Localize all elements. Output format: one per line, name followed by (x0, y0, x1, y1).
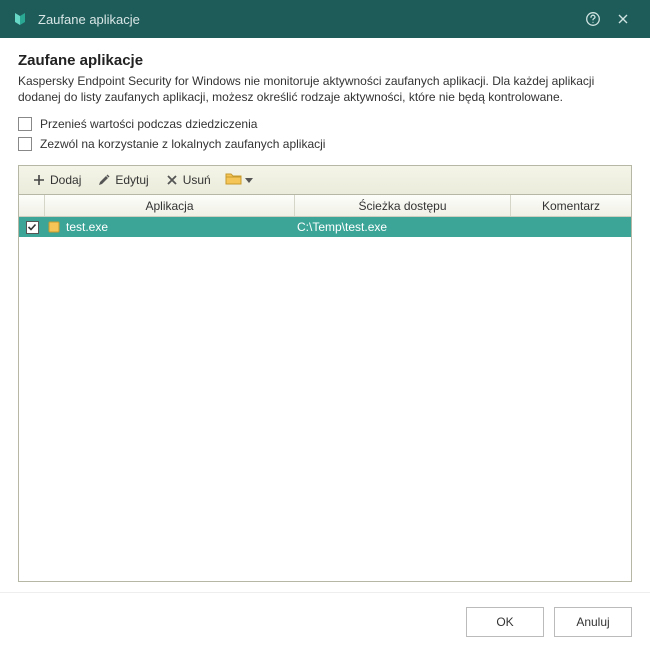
allow-local-checkbox[interactable] (18, 137, 32, 151)
content-area: Zaufane aplikacje Kaspersky Endpoint Sec… (0, 38, 650, 582)
close-button[interactable] (608, 4, 638, 34)
edit-button-label: Edytuj (115, 173, 148, 187)
remove-button[interactable]: Usuń (158, 170, 218, 190)
file-icon (47, 220, 61, 234)
allow-local-checkbox-row[interactable]: Zezwól na korzystanie z lokalnych zaufan… (18, 137, 632, 151)
allow-local-checkbox-label: Zezwól na korzystanie z lokalnych zaufan… (40, 137, 325, 151)
edit-button[interactable]: Edytuj (90, 170, 155, 190)
x-icon (165, 173, 179, 187)
inherit-checkbox[interactable] (18, 117, 32, 131)
col-app[interactable]: Aplikacja (45, 195, 295, 216)
apps-table: Aplikacja Ścieżka dostępu Komentarz (18, 195, 632, 582)
row-app-name: test.exe (66, 220, 108, 234)
table-header: Aplikacja Ścieżka dostępu Komentarz (19, 195, 631, 217)
table-row[interactable]: test.exe C:\Temp\test.exe (19, 217, 631, 237)
col-path[interactable]: Ścieżka dostępu (295, 195, 511, 216)
folder-icon (225, 172, 243, 189)
add-button[interactable]: Dodaj (25, 170, 88, 190)
row-checkbox[interactable] (26, 221, 39, 234)
chevron-down-icon (245, 173, 253, 187)
page-description: Kaspersky Endpoint Security for Windows … (18, 73, 632, 105)
plus-icon (32, 173, 46, 187)
folder-dropdown-button[interactable] (220, 169, 258, 192)
row-path: C:\Temp\test.exe (295, 220, 511, 234)
ok-button[interactable]: OK (466, 607, 544, 637)
titlebar-title: Zaufane aplikacje (38, 12, 578, 27)
titlebar: Zaufane aplikacje (0, 0, 650, 38)
dialog-window: Zaufane aplikacje Zaufane aplikacje Kasp… (0, 0, 650, 650)
table-body: test.exe C:\Temp\test.exe (19, 217, 631, 581)
cancel-button[interactable]: Anuluj (554, 607, 632, 637)
remove-button-label: Usuń (183, 173, 211, 187)
col-comment[interactable]: Komentarz (511, 195, 631, 216)
app-logo-icon (12, 11, 28, 27)
page-title: Zaufane aplikacje (18, 52, 632, 69)
inherit-checkbox-label: Przenieś wartości podczas dziedziczenia (40, 117, 257, 131)
toolbar: Dodaj Edytuj Usuń (18, 165, 632, 195)
add-button-label: Dodaj (50, 173, 81, 187)
inherit-checkbox-row[interactable]: Przenieś wartości podczas dziedziczenia (18, 117, 632, 131)
footer: OK Anuluj (0, 592, 650, 650)
col-checkbox[interactable] (19, 195, 45, 216)
pencil-icon (97, 173, 111, 187)
help-button[interactable] (578, 4, 608, 34)
